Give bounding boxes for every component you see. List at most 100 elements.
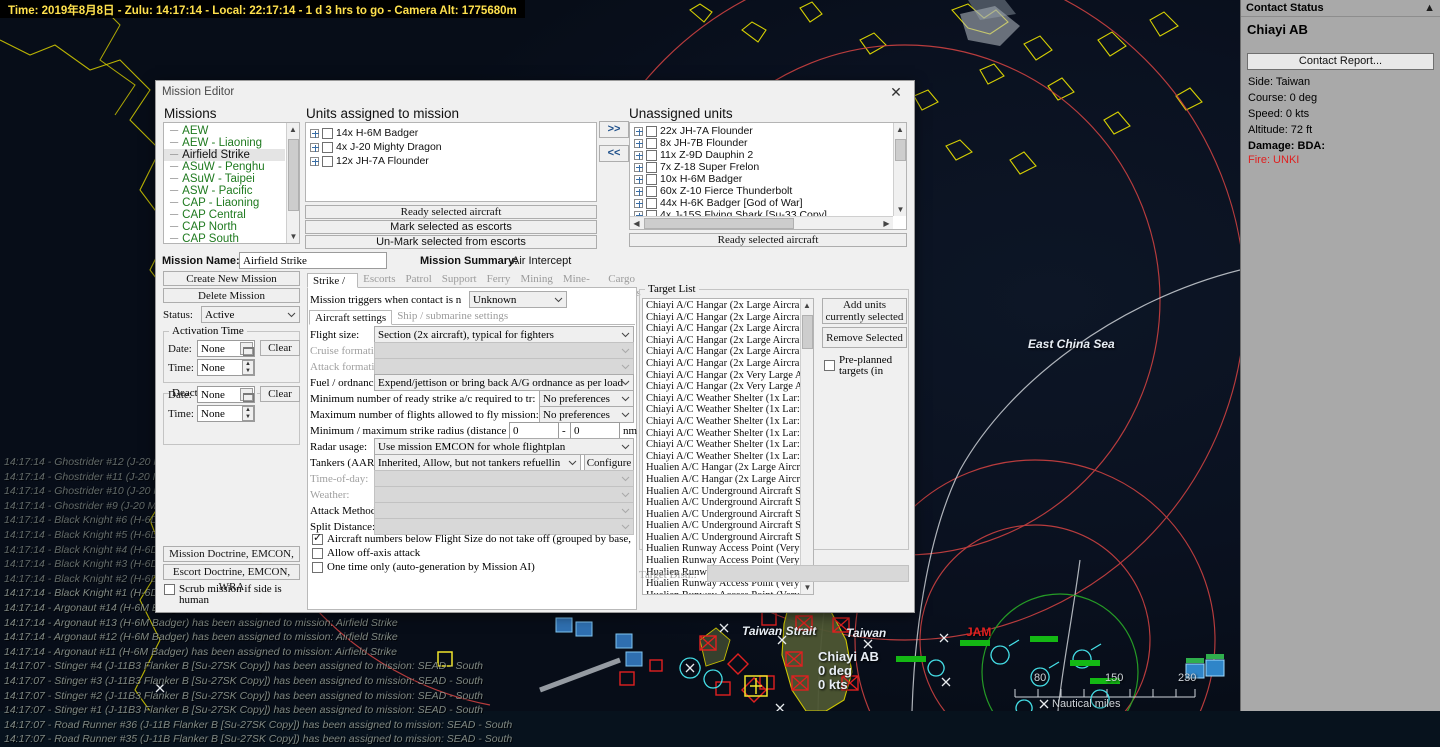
target-row[interactable]: Chiayi A/C Weather Shelter (1x Lar: [643, 393, 800, 405]
target-row[interactable]: Hualien Runway Access Point (Very l [643, 590, 805, 594]
tab-ferry[interactable]: Ferry [482, 272, 516, 287]
mission-list-item[interactable]: ─ CAP - Liaoning [164, 197, 285, 209]
assign-units-button[interactable]: >> [599, 121, 629, 138]
tankers-configure-button[interactable]: Configure [584, 454, 634, 471]
expand-icon[interactable] [634, 126, 643, 136]
target-list-scrollbar[interactable]: ▲ ▼ [800, 299, 813, 594]
chevron-down-icon[interactable] [621, 330, 630, 339]
target-row[interactable]: Chiayi A/C Hangar (2x Very Large A: [643, 370, 805, 382]
attack-method-dropdown[interactable] [374, 502, 634, 519]
calendar-icon[interactable] [240, 388, 254, 402]
tab-mining[interactable]: Mining [515, 272, 557, 287]
unassigned-unit-row[interactable]: 10x H-6M Badger [630, 173, 892, 185]
scrub-mission-checkbox-row[interactable]: Scrub mission if side is human [164, 584, 304, 606]
status-dropdown[interactable]: Active [201, 306, 300, 323]
target-row[interactable]: Chiayi A/C Hangar (2x Large Aircra: [643, 323, 802, 335]
scroll-down-icon[interactable]: ▼ [287, 230, 299, 243]
mission-type-tabs[interactable]: Strike / Air Intercept Escorts Patrol Su… [307, 272, 641, 315]
deactivation-date-clear-button[interactable]: Clear [260, 386, 300, 402]
target-row[interactable]: Chiayi A/C Weather Shelter (1x Lar: [643, 416, 800, 428]
mark-selected-as-escorts-button[interactable]: Mark selected as escorts [305, 220, 597, 234]
scrub-mission-checkbox[interactable] [164, 584, 175, 595]
settings-subtabs[interactable]: Aircraft settings Ship / submarine setti… [309, 310, 635, 325]
preplanned-targets-checkbox[interactable] [824, 360, 835, 371]
mission-list-item[interactable]: ─ ASuW - Penghu [164, 161, 285, 173]
tab-escorts[interactable]: Escorts [358, 272, 400, 287]
target-row[interactable]: Hualien A/C Hangar (2x Large Aircr: [643, 462, 803, 474]
chevron-down-icon[interactable] [621, 378, 630, 387]
scroll-up-icon[interactable]: ▲ [894, 123, 906, 136]
unit-checkbox[interactable] [646, 137, 657, 149]
unassigned-unit-row[interactable]: 11x Z-9D Dauphin 2 [630, 149, 892, 161]
target-row[interactable]: Chiayi A/C Hangar (2x Large Aircra: [643, 312, 802, 324]
unmark-selected-from-escorts-button[interactable]: Un-Mark selected from escorts [305, 235, 597, 249]
target-row[interactable]: Hualien A/C Underground Aircraft Sl [643, 532, 804, 544]
subtab-aircraft-settings[interactable]: Aircraft settings [309, 310, 393, 325]
ready-selected-aircraft-button[interactable]: Ready selected aircraft [305, 205, 597, 219]
deactivation-date-input[interactable]: None [197, 386, 255, 403]
activation-date-input[interactable]: None [197, 340, 255, 357]
unit-checkbox[interactable] [646, 185, 657, 197]
mission-doctrine-button[interactable]: Mission Doctrine, EMCON, WRA [163, 546, 300, 575]
mission-list-item[interactable]: ─ AEW [164, 125, 285, 137]
scrollbar-thumb[interactable] [802, 315, 813, 349]
scroll-left-icon[interactable]: ◀ [630, 217, 643, 229]
target-row[interactable]: Hualien A/C Underground Aircraft Sl [643, 497, 804, 509]
chevron-down-icon[interactable] [621, 522, 630, 531]
assigned-unit-row[interactable]: 14x H-6M Badger [306, 126, 596, 140]
target-row[interactable]: Chiayi A/C Weather Shelter (1x Lar: [643, 439, 800, 451]
target-list[interactable]: Chiayi A/C Hangar (2x Large Aircra: Chia… [642, 298, 814, 595]
expand-icon[interactable] [634, 174, 643, 184]
radar-usage-dropdown[interactable]: Use mission EMCON for whole flightplan [374, 438, 634, 455]
target-row[interactable]: Chiayi A/C Hangar (2x Large Aircra: [643, 358, 802, 370]
chevron-up-icon[interactable]: ▲ [1424, 2, 1435, 14]
strike-radius-max-input[interactable]: 0 [570, 422, 620, 439]
scrollbar-thumb[interactable] [288, 139, 299, 211]
unit-checkbox[interactable] [646, 173, 657, 185]
delete-mission-button[interactable]: Delete Mission [163, 288, 300, 303]
target-row[interactable]: Hualien Runway Access Point (Very l [643, 543, 805, 555]
mission-list-item[interactable]: ─ CAP North [164, 221, 285, 233]
min-ready-strike-dropdown[interactable]: No preferences [539, 390, 634, 407]
tab-mine-clearing[interactable]: Mine-clearing [558, 272, 603, 299]
preplanned-targets-row[interactable]: Pre-planned targets (in [824, 355, 910, 377]
mission-list-item[interactable]: ─ ASW - Pacific [164, 185, 285, 197]
scroll-up-icon[interactable]: ▲ [287, 123, 299, 136]
expand-icon[interactable] [634, 138, 643, 148]
target-row[interactable]: Chiayi A/C Hangar (2x Large Aircra: [643, 346, 802, 358]
add-units-currently-selected-button[interactable]: Add units currently selected [822, 298, 907, 324]
chevron-down-icon[interactable] [621, 410, 630, 419]
unit-checkbox[interactable] [646, 125, 657, 137]
activation-time-input[interactable]: None ▲ ▼ [197, 359, 255, 376]
chevron-down-icon[interactable] [621, 394, 630, 403]
unassigned-ready-aircraft-button[interactable]: Ready selected aircraft [629, 233, 907, 247]
unit-checkbox[interactable] [322, 141, 333, 153]
target-row[interactable]: Chiayi A/C Weather Shelter (1x Lar: [643, 428, 800, 440]
expand-icon[interactable] [310, 128, 319, 138]
target-row[interactable]: Hualien A/C Underground Aircraft Sl [643, 520, 804, 532]
mission-list-item[interactable]: ─ CAP South [164, 233, 285, 243]
assigned-unit-row[interactable]: 12x JH-7A Flounder [306, 154, 596, 168]
scroll-up-icon[interactable]: ▲ [801, 299, 813, 312]
expand-icon[interactable] [310, 142, 319, 152]
tab-patrol[interactable]: Patrol [400, 272, 436, 287]
unassigned-unit-row[interactable]: 60x Z-10 Fierce Thunderbolt [630, 185, 892, 197]
spinner-icon[interactable]: ▲ ▼ [242, 360, 254, 375]
target-row[interactable]: Chiayi A/C Hangar (2x Very Large A: [643, 381, 805, 393]
unassigned-hscrollbar[interactable]: ◀ ▶ [630, 216, 893, 229]
assigned-units-list[interactable]: 14x H-6M Badger 4x J-20 Mighty Dragon 12… [305, 122, 597, 202]
scroll-down-icon[interactable]: ▼ [894, 203, 906, 216]
scrollbar-thumb[interactable] [895, 139, 906, 161]
allow-off-axis-checkbox-row[interactable]: Allow off-axis attack [312, 547, 420, 559]
activation-date-clear-button[interactable]: Clear [260, 340, 300, 356]
aircraft-numbers-checkbox[interactable] [312, 533, 323, 545]
unassigned-unit-row[interactable]: 7x Z-18 Super Frelon [630, 161, 892, 173]
target-row[interactable]: Chiayi A/C Weather Shelter (1x Lar: [643, 451, 800, 463]
unit-checkbox[interactable] [646, 161, 657, 173]
tab-strike-air-intercept[interactable]: Strike / Air Intercept [307, 273, 359, 315]
allow-off-axis-checkbox[interactable] [312, 547, 323, 559]
one-time-only-checkbox-row[interactable]: One time only (auto-generation by Missio… [312, 561, 535, 573]
target-row[interactable]: Chiayi A/C Hangar (2x Large Aircra: [643, 300, 802, 312]
tab-support[interactable]: Support [437, 272, 482, 287]
chevron-down-icon[interactable] [554, 295, 563, 304]
